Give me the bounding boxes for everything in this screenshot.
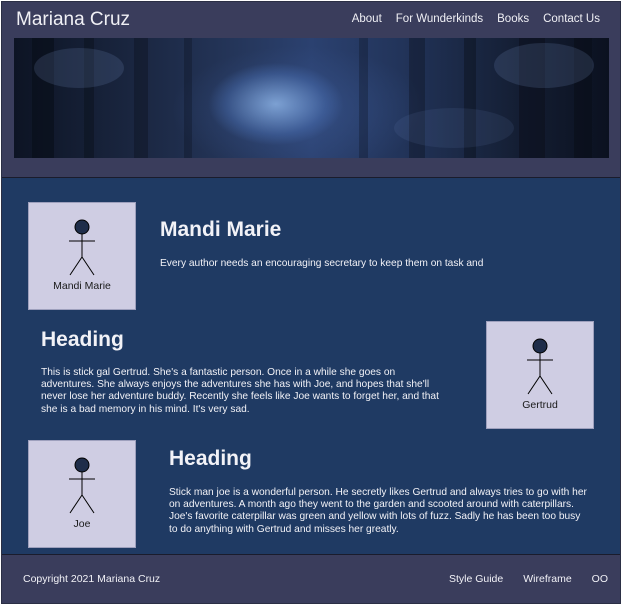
- site-header: Mariana Cruz About For Wunderkinds Books…: [2, 2, 620, 178]
- footer-link-oo[interactable]: OO: [592, 573, 608, 585]
- section-heading: Mandi Marie: [160, 218, 282, 241]
- card-label: Joe: [73, 518, 91, 530]
- joe-card: Joe: [28, 440, 136, 548]
- page-frame: Mariana Cruz About For Wunderkinds Books…: [1, 1, 621, 604]
- nav-books[interactable]: Books: [497, 13, 529, 25]
- stick-figure-icon: [527, 338, 553, 395]
- site-footer: Copyright 2021 Mariana Cruz Style Guide …: [2, 554, 620, 603]
- stick-figure-icon: [69, 219, 95, 276]
- mandi-marie-card: Mandi Marie: [28, 202, 136, 310]
- section-text: Every author needs an encouraging secret…: [160, 258, 484, 269]
- nav-contact-us[interactable]: Contact Us: [543, 13, 600, 25]
- gertrud-card: Gertrud: [486, 321, 594, 429]
- stick-figure-icon: [69, 457, 95, 514]
- section-heading: Heading: [41, 328, 124, 351]
- footer-link-style-guide[interactable]: Style Guide: [449, 573, 503, 585]
- card-label: Gertrud: [522, 399, 558, 411]
- site-title[interactable]: Mariana Cruz: [16, 9, 130, 31]
- section-heading: Heading: [169, 447, 252, 470]
- forest-banner-image: [14, 38, 609, 158]
- footer-link-wireframe[interactable]: Wireframe: [523, 573, 571, 585]
- footer-links: Style Guide Wireframe OO: [449, 573, 608, 585]
- nav-for-wunderkinds[interactable]: For Wunderkinds: [396, 13, 483, 25]
- section-text: Stick man joe is a wonderful person. He …: [169, 487, 587, 535]
- section-text: This is stick gal Gertrud. She's a fanta…: [41, 367, 439, 415]
- copyright-text: Copyright 2021 Mariana Cruz: [23, 573, 161, 585]
- main-nav: About For Wunderkinds Books Contact Us: [352, 13, 600, 25]
- nav-about[interactable]: About: [352, 13, 382, 25]
- card-label: Mandi Marie: [53, 280, 111, 292]
